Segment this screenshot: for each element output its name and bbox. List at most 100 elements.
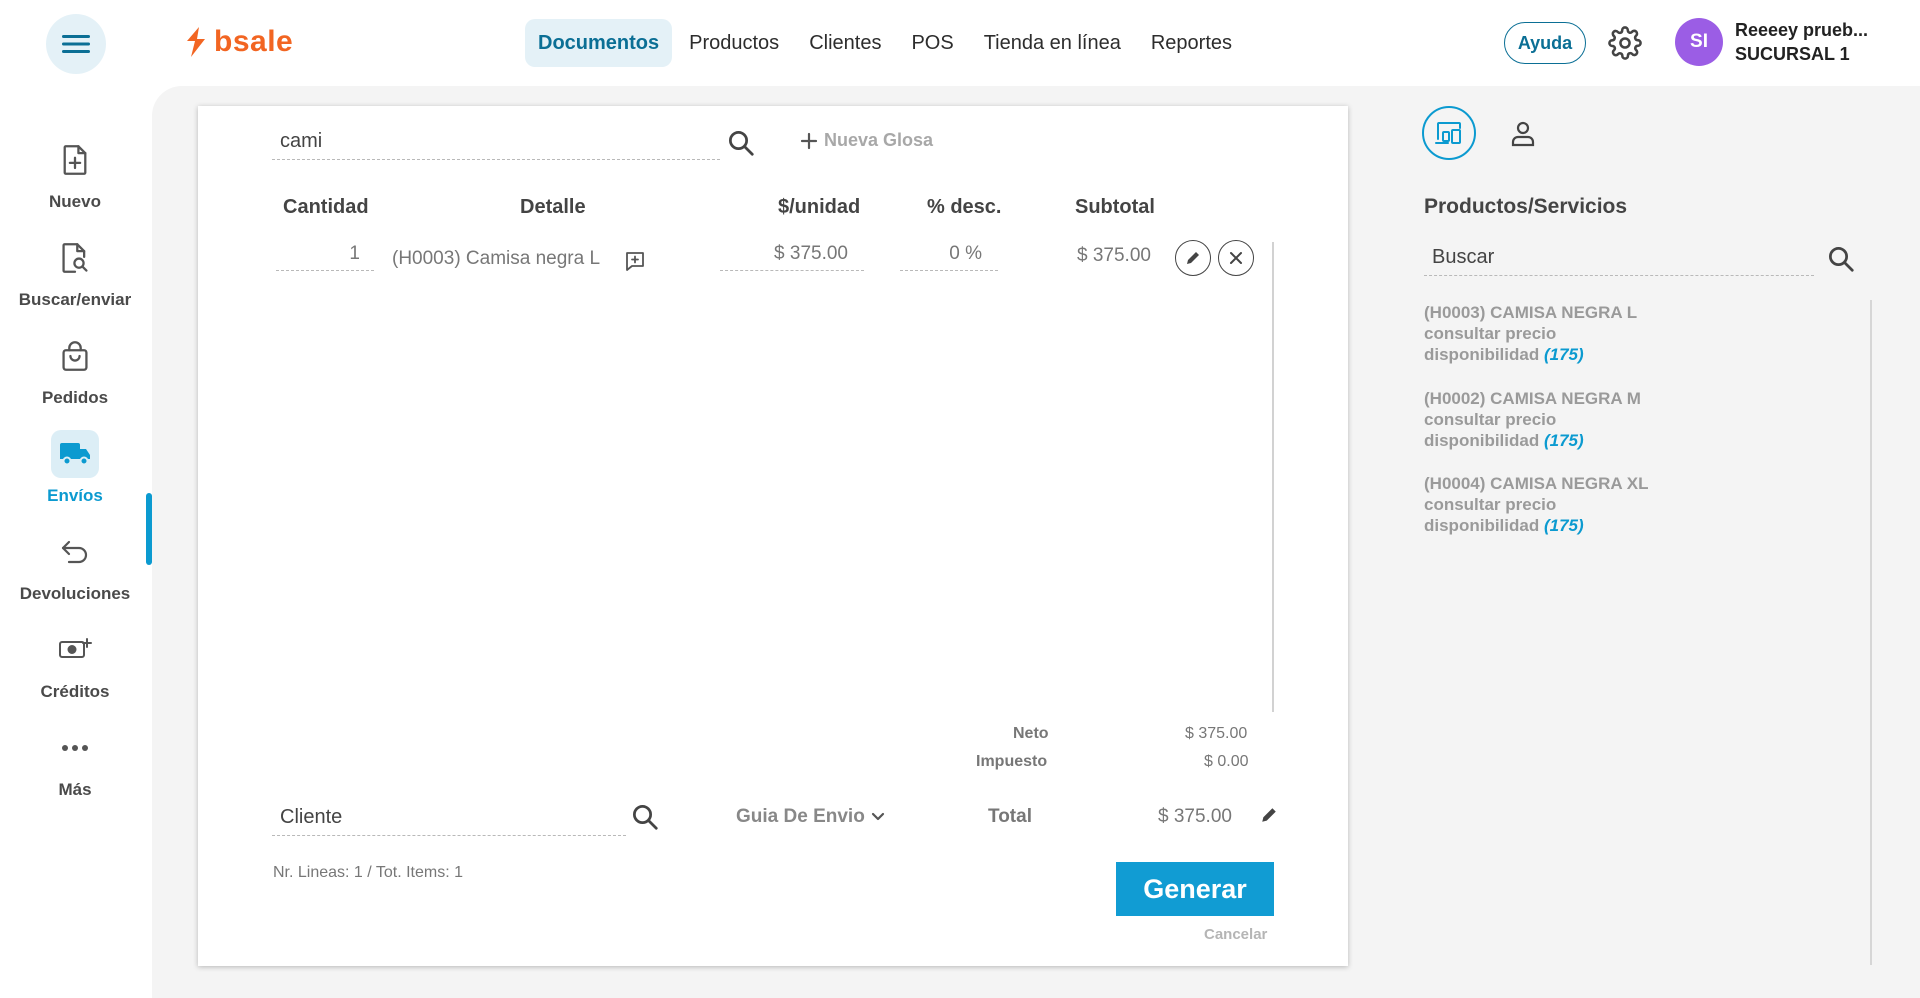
sidebar-item-mas[interactable]: Más [0,724,150,824]
add-comment-button[interactable] [624,250,646,277]
sidebar-item-nuevo[interactable]: Nuevo [0,136,150,236]
column-cantidad: Cantidad [283,196,369,218]
list-item[interactable]: (H0004) CAMISA NEGRA XL consultar precio… [1424,473,1649,536]
sidebar-label-buscar-enviar: Buscar/enviar [18,290,132,309]
product-name: (H0002) CAMISA NEGRA M [1424,389,1641,408]
list-item[interactable]: (H0002) CAMISA NEGRA M consultar precio … [1424,388,1641,451]
row-unit-price-input[interactable]: $ 375.00 [720,243,864,271]
top-bar: bsale Documentos Productos Clientes POS … [0,0,1920,86]
availability-count: (175) [1543,516,1584,535]
sidebar-item-creditos[interactable]: Créditos [0,626,150,726]
sidebar-label-pedidos: Pedidos [41,388,109,407]
product-availability: disponibilidad (175) [1424,345,1584,364]
row-detail[interactable]: (H0003) Camisa negra L [392,248,600,270]
money-plus-icon [51,626,99,674]
sidebar-item-devoluciones[interactable]: Devoluciones [0,528,150,628]
product-catalog-search-input[interactable]: Buscar [1424,246,1814,276]
product-name: (H0003) CAMISA NEGRA L [1424,303,1638,322]
sidebar-item-envios[interactable]: Envíos [0,430,150,530]
availability-count: (175) [1543,431,1584,450]
sidebar: Nuevo Buscar/enviar Pedidos Envíos Devol… [0,86,152,998]
sidebar-label-devoluciones: Devoluciones [19,584,131,603]
nav-clientes[interactable]: Clientes [796,19,894,67]
hamburger-icon [62,35,90,53]
nav-productos[interactable]: Productos [676,19,792,67]
table-divider [1272,242,1274,712]
cancel-link[interactable]: Cancelar [1204,926,1267,943]
bsale-logo-icon [187,27,205,57]
sidebar-label-mas: Más [58,780,92,799]
comment-plus-icon [626,252,644,271]
neto-label: Neto [1013,725,1049,742]
panel-scrollbar[interactable] [1870,300,1872,965]
sidebar-label-creditos: Créditos [40,682,110,701]
edit-row-button[interactable] [1175,240,1211,276]
generate-button[interactable]: Generar [1116,862,1274,916]
neto-value: $ 375.00 [1185,725,1248,742]
nav-tienda-en-linea[interactable]: Tienda en línea [971,19,1134,67]
devices-icon [1435,122,1461,144]
return-arrow-icon [51,528,99,576]
tax-label: Impuesto [976,753,1048,770]
column-discount: % desc. [927,196,1002,218]
client-search-button[interactable] [630,802,660,837]
products-services-title: Productos/Servicios [1424,195,1628,218]
remove-row-button[interactable] [1218,240,1254,276]
person-icon [1511,121,1535,147]
tab-products[interactable] [1422,106,1476,160]
bsale-logo[interactable]: bsale [184,22,293,62]
hamburger-menu-button[interactable] [46,14,106,74]
sidebar-item-buscar-enviar[interactable]: Buscar/enviar [0,234,150,334]
row-discount-input[interactable]: 0 % [900,243,998,271]
line-item-counts: Nr. Lineas: 1 / Tot. Items: 1 [273,864,464,881]
truck-icon [51,430,99,478]
column-subtotal: Subtotal [1075,196,1155,218]
pencil-icon [1262,808,1276,822]
pencil-icon [1187,252,1199,264]
product-availability: disponibilidad (175) [1424,516,1584,535]
search-icon [633,805,658,830]
client-input[interactable]: Cliente [272,806,626,836]
column-unit-price: $/unidad [778,196,861,218]
document-type-label: Guia De Envio [736,806,865,827]
availability-count: (175) [1543,345,1584,364]
edit-total-button[interactable] [1260,806,1278,829]
help-button[interactable]: Ayuda [1504,22,1586,64]
close-icon [1230,252,1242,264]
nav-documentos[interactable]: Documentos [525,19,673,67]
new-glosa-label: Nueva Glosa [824,130,934,150]
document-type-select[interactable]: Guia De Envio [736,806,885,828]
gear-icon [1608,26,1642,60]
document-card [198,106,1348,966]
product-price: consultar precio [1424,324,1557,343]
row-quantity-input[interactable]: 1 [276,243,374,271]
catalog-search-button[interactable] [1826,244,1856,279]
total-value: $ 375.00 [1158,806,1232,827]
sidebar-item-pedidos[interactable]: Pedidos [0,332,150,432]
tax-value: $ 0.00 [1204,753,1249,770]
user-avatar[interactable]: SI [1675,18,1723,66]
product-search-input[interactable]: cami [272,130,720,160]
new-document-icon [51,136,99,184]
user-name[interactable]: Reeeey prueb... [1735,20,1868,41]
search-icon [729,131,754,156]
logo-text: bsale [214,25,294,58]
tab-client[interactable] [1507,118,1539,150]
branch-name: SUCURSAL 1 [1735,44,1850,64]
settings-button[interactable] [1608,26,1642,60]
sidebar-label-nuevo: Nuevo [49,192,101,211]
product-search-button[interactable] [726,128,756,163]
search-icon [1829,247,1854,272]
shopping-bag-icon [51,332,99,380]
more-dots-icon [51,724,99,772]
row-subtotal: $ 375.00 [1077,245,1151,266]
list-item[interactable]: (H0003) CAMISA NEGRA L consultar precio … [1424,302,1637,365]
product-name: (H0004) CAMISA NEGRA XL [1424,474,1649,493]
plus-icon [800,132,818,149]
total-label: Total [988,806,1032,827]
new-glosa-button[interactable]: Nueva Glosa [800,130,933,151]
column-detalle: Detalle [520,196,586,218]
nav-reportes[interactable]: Reportes [1138,19,1245,67]
nav-pos[interactable]: POS [898,19,966,67]
sidebar-label-envios: Envíos [47,486,103,505]
